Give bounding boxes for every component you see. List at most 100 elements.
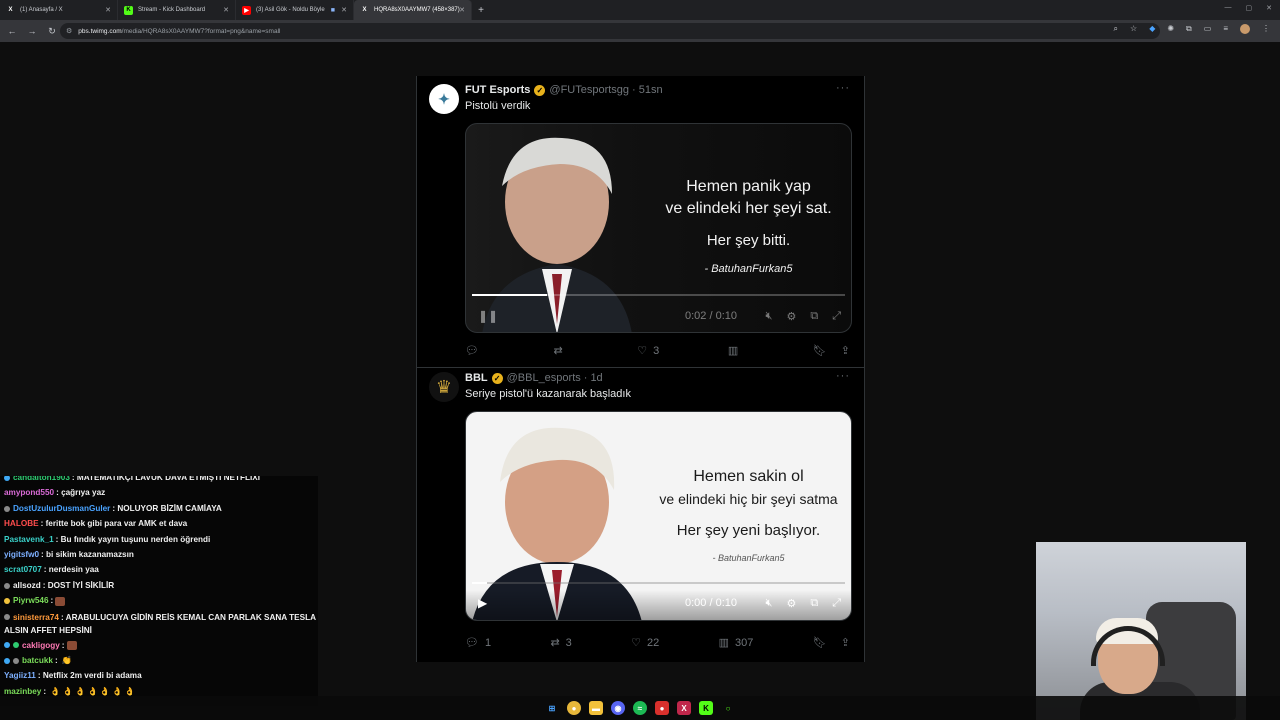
author-handle[interactable]: @FUTesportsgg bbox=[549, 84, 629, 96]
record-icon[interactable]: ● bbox=[655, 701, 669, 715]
chat-badge-icon bbox=[4, 598, 10, 605]
tweet-text: Seriye pistol'ü kazanarak başladık bbox=[465, 388, 631, 400]
pause-icon[interactable]: ❚❚ bbox=[478, 309, 498, 323]
back-arrow-icon[interactable]: ← bbox=[4, 26, 20, 36]
taskbar: ⊞ ● ▬ ◉ ≈ ● X K ○ bbox=[0, 696, 1280, 720]
chat-message: sinisterra74: ARABULUCUYA GİDİN REİS KEM… bbox=[0, 609, 318, 638]
chat-username[interactable]: batcukk bbox=[22, 656, 53, 665]
mute-icon[interactable]: 🔇︎ bbox=[766, 310, 773, 323]
video-controls: ▶ 0:00 / 0:10 🔇︎ ⚙ ⧉ ⤢ bbox=[466, 590, 851, 620]
chat-message: Pastavenk_1: Bu fındık yayın tuşunu nerd… bbox=[0, 532, 318, 547]
author-handle[interactable]: @BBL_esports bbox=[507, 372, 581, 384]
tab-youtube[interactable]: ▶ (3) Asil Gök - Noldu Böyle ■ ✕ bbox=[236, 0, 354, 20]
mute-icon[interactable]: 🔇︎ bbox=[766, 597, 773, 610]
chat-username[interactable]: mazinbey bbox=[4, 687, 41, 696]
tab-media-image[interactable]: X HQRA8sX0AAYMW7 (458×387) ✕ bbox=[354, 0, 472, 20]
more-options-icon[interactable]: ··· bbox=[836, 82, 850, 94]
tweet-time[interactable]: 1d bbox=[590, 372, 602, 384]
tab-search-icon[interactable]: ≡ bbox=[1223, 24, 1228, 34]
video-progress-bar[interactable] bbox=[472, 582, 845, 584]
chat-username[interactable]: Yagiiz11 bbox=[4, 671, 36, 680]
chat-username[interactable]: yigitsfw0 bbox=[4, 550, 39, 559]
chat-username[interactable]: Pastavenk_1 bbox=[4, 535, 54, 544]
tweet-video[interactable]: Hemen panik yap ve elindeki her şeyi sat… bbox=[465, 123, 852, 333]
fullscreen-icon[interactable]: ⤢ bbox=[832, 310, 841, 323]
close-icon[interactable]: ✕ bbox=[223, 6, 229, 14]
bookmark-icon[interactable]: 🔖︎ bbox=[813, 344, 827, 357]
chat-username[interactable]: allsozd bbox=[13, 581, 41, 590]
chat-username[interactable]: amypond550 bbox=[4, 488, 54, 497]
share-icon[interactable]: ⇪ bbox=[841, 636, 850, 649]
extensions-puzzle-icon[interactable]: ⧉ bbox=[1186, 24, 1192, 34]
site-info-icon[interactable]: ⚙ bbox=[66, 27, 72, 35]
chat-message: DostUzulurDusmanGuler: NOLUYOR BİZİM CAM… bbox=[0, 501, 318, 516]
volume-icon[interactable]: ■ bbox=[331, 7, 335, 14]
share-icon[interactable]: ⇪ bbox=[841, 344, 850, 357]
settings-gear-icon[interactable]: ⚙ bbox=[786, 310, 796, 323]
address-bar[interactable]: ⚙ pbs.twimg.com /media/HQRA8sX0AAYMW7?fo… bbox=[60, 23, 1160, 39]
settings-gear-icon[interactable]: ⚙ bbox=[786, 597, 796, 610]
reply-button[interactable]: 💬︎ 1 bbox=[465, 636, 491, 650]
reply-button[interactable]: 💬︎ bbox=[465, 344, 485, 357]
menu-kebab-icon[interactable]: ⋮ bbox=[1262, 24, 1270, 34]
reload-icon[interactable]: ↻ bbox=[44, 26, 60, 37]
url-domain: pbs.twimg.com bbox=[78, 27, 122, 35]
like-button[interactable]: ♡ 22 bbox=[631, 636, 659, 650]
forward-arrow-icon[interactable]: → bbox=[24, 26, 40, 36]
chat-username[interactable]: scrat0707 bbox=[4, 565, 42, 574]
zoom-icon[interactable]: ⌕ bbox=[1114, 24, 1118, 34]
bookmark-star-icon[interactable]: ☆ bbox=[1130, 24, 1137, 34]
new-tab-button[interactable]: + bbox=[472, 0, 490, 20]
bbl-avatar[interactable]: ♛ bbox=[429, 372, 459, 402]
app-x-icon[interactable]: X bbox=[677, 701, 691, 715]
windows-start-icon[interactable]: ⊞ bbox=[545, 701, 559, 715]
fut-esports-avatar[interactable]: ✦ bbox=[429, 84, 459, 114]
close-icon[interactable]: ✕ bbox=[459, 6, 465, 14]
fullscreen-icon[interactable]: ⤢ bbox=[832, 597, 841, 610]
more-options-icon[interactable]: ··· bbox=[836, 370, 850, 382]
author-name[interactable]: FUT Esports bbox=[465, 84, 530, 96]
file-explorer-icon[interactable]: ▬ bbox=[589, 701, 603, 715]
extension-icon[interactable]: ◆ bbox=[1149, 24, 1155, 34]
retweet-button[interactable]: ⇄ bbox=[554, 344, 569, 357]
chat-username[interactable]: DostUzulurDusmanGuler bbox=[13, 504, 110, 513]
heart-icon: ♡ bbox=[631, 637, 642, 649]
like-button[interactable]: ♡ 3 bbox=[637, 344, 659, 358]
chat-username[interactable]: cakligogy bbox=[22, 641, 60, 650]
heart-icon: ♡ bbox=[637, 345, 648, 357]
close-window-icon[interactable]: ✕ bbox=[1266, 4, 1272, 12]
profile-avatar[interactable] bbox=[1240, 24, 1250, 34]
kick-app-icon[interactable]: K bbox=[699, 701, 713, 715]
maximize-icon[interactable]: ▢ bbox=[1246, 4, 1253, 12]
picture-in-picture-icon[interactable]: ⧉ bbox=[810, 597, 818, 610]
tab-label: HQRA8sX0AAYMW7 (458×387) bbox=[374, 7, 460, 13]
chat-username[interactable]: candalton1903 bbox=[13, 476, 70, 482]
views-button[interactable]: ▥ bbox=[728, 344, 744, 357]
tweet-time[interactable]: 51sn bbox=[639, 84, 663, 96]
close-icon[interactable]: ✕ bbox=[341, 6, 347, 14]
chrome-icon[interactable]: ● bbox=[567, 701, 581, 715]
picture-in-picture-icon[interactable]: ⧉ bbox=[810, 310, 818, 323]
x-logo-icon: X bbox=[8, 7, 13, 13]
search-icon[interactable]: ○ bbox=[721, 701, 735, 715]
chat-username[interactable]: Piyrw546 bbox=[13, 596, 49, 605]
views-button[interactable]: ▥ 307 bbox=[719, 636, 754, 650]
bookmark-icon[interactable]: 🔖︎ bbox=[813, 636, 827, 649]
tweet-video[interactable]: Hemen sakin ol ve elindeki hiç bir şeyi … bbox=[465, 411, 852, 621]
close-icon[interactable]: ✕ bbox=[105, 6, 111, 14]
retweet-button[interactable]: ⇄ 3 bbox=[550, 636, 571, 650]
play-icon[interactable]: ▶ bbox=[478, 596, 487, 610]
minimize-icon[interactable]: — bbox=[1225, 4, 1232, 12]
sidebar-icon[interactable]: ▭ bbox=[1204, 24, 1212, 34]
video-progress-bar[interactable] bbox=[472, 294, 845, 296]
chat-username[interactable]: sinisterra74 bbox=[13, 613, 59, 622]
chat-badge-icon bbox=[4, 614, 10, 621]
discord-icon[interactable]: ◉ bbox=[611, 701, 625, 715]
tab-kick-dashboard[interactable]: K Stream - Kick Dashboard ✕ bbox=[118, 0, 236, 20]
chat-username[interactable]: HALOBE bbox=[4, 519, 39, 528]
extension2-icon[interactable]: ✺ bbox=[1167, 24, 1174, 34]
tab-home-x[interactable]: X (1) Anasayfa / X ✕ bbox=[0, 0, 118, 20]
author-name[interactable]: BBL bbox=[465, 372, 488, 384]
spotify-icon[interactable]: ≈ bbox=[633, 701, 647, 715]
chat-message: Piyrw546: bbox=[0, 593, 318, 608]
